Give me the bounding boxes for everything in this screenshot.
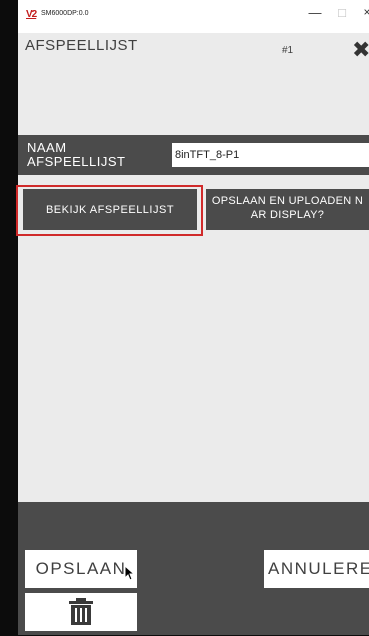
app-icon: V2	[26, 9, 37, 20]
delete-button[interactable]	[25, 593, 137, 631]
playlist-name-label: NAAM AFSPEELLIJST	[27, 140, 126, 169]
playlist-name-input[interactable]	[172, 143, 369, 167]
window-titlebar: V2 SM6000DP:0.0 — □ ×	[18, 0, 369, 33]
playlist-number: #1	[282, 45, 294, 56]
minimize-button[interactable]: —	[307, 5, 323, 20]
save-upload-label-line1: OPSLAAN EN UPLOADEN N	[211, 195, 364, 207]
window-title: SM6000DP:0.0	[41, 10, 89, 17]
playlist-name-row: NAAM AFSPEELLIJST	[18, 135, 369, 175]
bottom-bar: OPSLAAN ANNULEREN	[18, 502, 369, 635]
playlist-panel: AFSPEELLIJST #1 ✖ NAAM AFSPEELLIJST BEKI…	[16, 33, 369, 502]
view-playlist-label: BEKIJK AFSPEELLIJST	[45, 203, 175, 216]
cancel-label: ANNULEREN	[268, 559, 369, 578]
page-title: AFSPEELLIJST	[25, 37, 138, 54]
trash-icon	[69, 598, 93, 625]
cancel-button[interactable]: ANNULEREN	[264, 550, 369, 588]
maximize-button[interactable]: □	[334, 5, 350, 20]
mouse-cursor-icon	[124, 565, 136, 581]
close-icon[interactable]: ✖	[352, 37, 369, 63]
window-close-button[interactable]: ×	[359, 5, 369, 19]
save-label: OPSLAAN	[35, 559, 127, 578]
view-playlist-button[interactable]: BEKIJK AFSPEELLIJST	[23, 189, 197, 230]
save-upload-button[interactable]: OPSLAAN EN UPLOADEN N AR DISPLAY?	[206, 189, 369, 230]
save-upload-label-line2: AR DISPLAY?	[250, 209, 325, 221]
save-button[interactable]: OPSLAAN	[25, 550, 137, 588]
